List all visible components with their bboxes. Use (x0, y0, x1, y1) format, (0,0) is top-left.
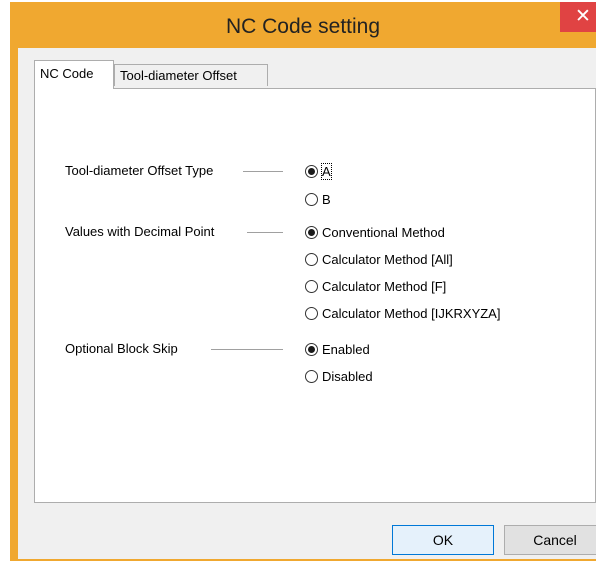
radio-calculator-method-f[interactable]: Calculator Method [F] (305, 276, 446, 296)
optional-block-skip-label: Optional Block Skip (65, 341, 178, 356)
radio-block-skip-enabled[interactable]: Enabled (305, 339, 370, 359)
radio-label: Calculator Method [F] (322, 278, 447, 294)
group-leader-line (247, 232, 283, 233)
values-with-decimal-point-label: Values with Decimal Point (65, 224, 215, 239)
radio-calculator-method-all[interactable]: Calculator Method [All] (305, 249, 453, 269)
group-leader-line (211, 349, 283, 350)
group-leader-line (243, 171, 283, 172)
title-bar[interactable]: NC Code setting ✕ (10, 2, 596, 48)
radio-label: Enabled (322, 341, 370, 357)
tab-nc-code[interactable]: NC Code (34, 60, 114, 89)
radio-block-skip-disabled[interactable]: Disabled (305, 366, 373, 386)
radio-label: Calculator Method [IJKRXYZA] (322, 305, 501, 321)
tool-diameter-offset-type-label: Tool-diameter Offset Type (65, 163, 214, 178)
radio-label: Calculator Method [All] (322, 251, 453, 267)
radio-button-checked[interactable] (305, 342, 318, 356)
radio-button[interactable] (305, 369, 318, 383)
radio-button[interactable] (305, 252, 318, 266)
radio-label: A (321, 162, 332, 180)
radio-button-checked[interactable] (305, 225, 318, 239)
ok-button[interactable]: OK (392, 525, 494, 555)
window-title: NC Code setting (225, 15, 381, 38)
radio-button[interactable] (305, 279, 318, 293)
radio-button[interactable] (305, 306, 318, 320)
tab-panel-nc-code: Tool-diameter Offset Type A B Values wit… (34, 88, 596, 503)
close-icon: ✕ (575, 5, 591, 27)
radio-offset-type-b[interactable]: B (305, 189, 331, 209)
cancel-button[interactable]: Cancel (504, 525, 596, 555)
nc-code-setting-window: NC Code setting ✕ NC Code Tool-diameter … (10, 2, 596, 561)
close-button[interactable]: ✕ (560, 2, 596, 32)
radio-label: Disabled (322, 368, 373, 384)
dialog-client-area: NC Code Tool-diameter Offset Tool-diamet… (18, 48, 596, 559)
radio-button[interactable] (305, 192, 318, 206)
radio-label: Conventional Method (322, 224, 445, 240)
radio-conventional-method[interactable]: Conventional Method (305, 222, 445, 242)
radio-button-checked[interactable] (305, 164, 318, 178)
radio-offset-type-a[interactable]: A (305, 161, 332, 181)
tab-tool-diameter-offset[interactable]: Tool-diameter Offset (114, 64, 268, 86)
radio-label: B (322, 191, 331, 207)
radio-calculator-method-ijkrxyza[interactable]: Calculator Method [IJKRXYZA] (305, 303, 500, 323)
